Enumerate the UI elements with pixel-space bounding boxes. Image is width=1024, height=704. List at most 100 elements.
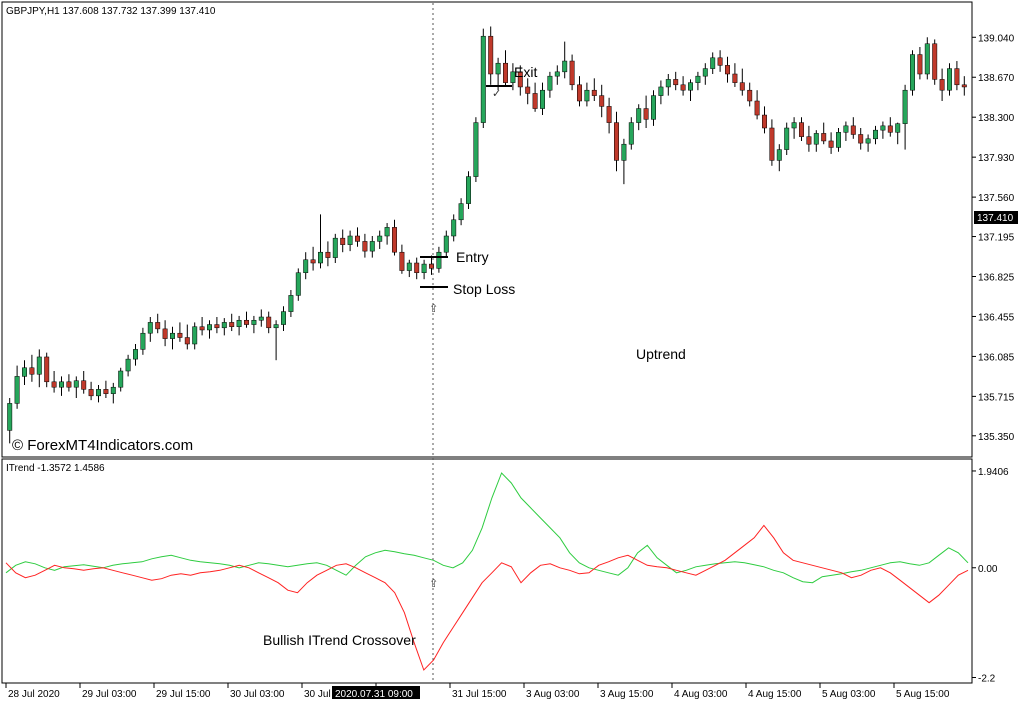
crossover-label: Bullish ITrend Crossover	[263, 632, 416, 648]
candle-body	[599, 95, 605, 107]
price-tick-label: 137.560	[978, 193, 1015, 204]
candle-body	[784, 127, 790, 150]
candle-body	[776, 149, 782, 161]
candle-body	[821, 133, 827, 142]
candle-body	[458, 203, 464, 221]
chart-canvas[interactable]: 139.040 138.670 138.300 137.930 137.560 137.1…	[0, 0, 1024, 704]
candle-body	[732, 73, 738, 83]
candle-body	[725, 65, 730, 75]
price-tick-label: 137.930	[978, 153, 1015, 164]
price-tick-label: 136.825	[978, 273, 1015, 284]
candle-body	[850, 125, 856, 135]
candle-body	[421, 263, 427, 273]
entry-label: Entry	[456, 249, 489, 265]
candle-body	[910, 54, 915, 91]
candle-body	[118, 370, 124, 388]
candle-body	[658, 86, 664, 96]
candle-body	[680, 84, 686, 91]
candle-body	[340, 237, 346, 245]
candle-body	[14, 376, 20, 404]
candle-body	[59, 381, 64, 388]
candle-body	[29, 367, 35, 375]
candle-body	[547, 75, 553, 91]
price-tick-label: 136.455	[978, 312, 1015, 323]
candle-body	[917, 54, 923, 75]
candle-body	[7, 403, 13, 431]
candle-body	[436, 251, 442, 269]
candle-body	[577, 84, 582, 102]
time-tick-label: 5 Aug 03:00	[822, 689, 876, 700]
time-tick-label: 30 Jul 03:00	[230, 689, 285, 700]
price-tick-label: 138.670	[978, 73, 1015, 84]
candle-body	[717, 57, 723, 66]
time-tick-label: 4 Aug 15:00	[748, 689, 802, 700]
symbol-header: GBPJPY,H1 137.608 137.732 137.399 137.41…	[6, 6, 216, 17]
candle-body	[769, 127, 775, 161]
candle-body	[843, 125, 849, 133]
candle-body	[947, 68, 952, 91]
candle-body	[318, 251, 323, 264]
candle-body	[569, 60, 575, 86]
up-arrow-icon-indicator: ⇧	[429, 577, 438, 590]
candle-body	[739, 82, 745, 91]
current-price-label: 137.410	[977, 213, 1014, 224]
candle-body	[702, 68, 708, 77]
candle-body	[170, 332, 175, 339]
candle-body	[73, 380, 79, 388]
time-tick-label: 5 Aug 15:00	[896, 689, 950, 700]
candle-body	[44, 356, 50, 383]
time-tick-label: 4 Aug 03:00	[674, 689, 728, 700]
candle-body	[384, 227, 390, 237]
candle-body	[762, 114, 767, 129]
candle-body	[244, 319, 249, 325]
candle-body	[754, 100, 760, 116]
candle-body	[207, 324, 212, 331]
candle-body	[895, 123, 901, 133]
candle-body	[184, 337, 190, 345]
candle-body	[643, 108, 649, 120]
indicator-tick-label: 0.00	[978, 564, 998, 575]
candle-body	[310, 259, 316, 264]
candle-body	[332, 237, 338, 258]
candle-body	[125, 358, 131, 372]
uptrend-label: Uptrend	[636, 346, 686, 362]
candle-body	[96, 389, 101, 397]
candle-body	[614, 122, 619, 161]
candle-body	[880, 125, 886, 131]
candle-body	[503, 62, 508, 83]
candle-body	[688, 82, 693, 91]
exit-label: Exit	[514, 64, 537, 80]
candle-body	[480, 35, 486, 123]
candle-body	[147, 322, 153, 334]
price-tick-label: 139.040	[978, 33, 1015, 44]
candle-body	[103, 389, 109, 394]
time-tick-label: 31 Jul 15:00	[452, 689, 507, 700]
time-tick-label: 29 Jul 15:00	[156, 689, 211, 700]
indicator-tick-label: 1.9406	[978, 467, 1009, 478]
candle-body	[451, 219, 457, 237]
candle-body	[199, 326, 205, 331]
candle-body	[162, 328, 168, 339]
candle-body	[858, 134, 864, 144]
watermark-text: © ForexMT4Indicators.com	[12, 437, 193, 454]
candle-body	[591, 89, 597, 96]
indicator-panel-frame	[1, 458, 973, 684]
candle-body	[473, 122, 479, 177]
candle-body	[36, 356, 42, 375]
candle-body	[133, 349, 138, 360]
time-tick-label: 3 Aug 03:00	[526, 689, 580, 700]
up-arrow-icon: ⇧	[429, 302, 438, 315]
candle-body	[177, 332, 183, 338]
candle-body	[695, 75, 701, 83]
candle-body	[258, 316, 264, 321]
candle-body	[791, 122, 797, 129]
candle-body	[347, 235, 353, 245]
price-tick-label: 136.085	[978, 352, 1015, 363]
candle-body	[214, 324, 220, 329]
price-tick-label: 135.350	[978, 432, 1015, 443]
candle-body	[399, 251, 405, 271]
candle-body	[362, 241, 368, 252]
candle-body	[651, 95, 656, 120]
candle-body	[88, 389, 94, 397]
candle-body	[110, 386, 116, 394]
